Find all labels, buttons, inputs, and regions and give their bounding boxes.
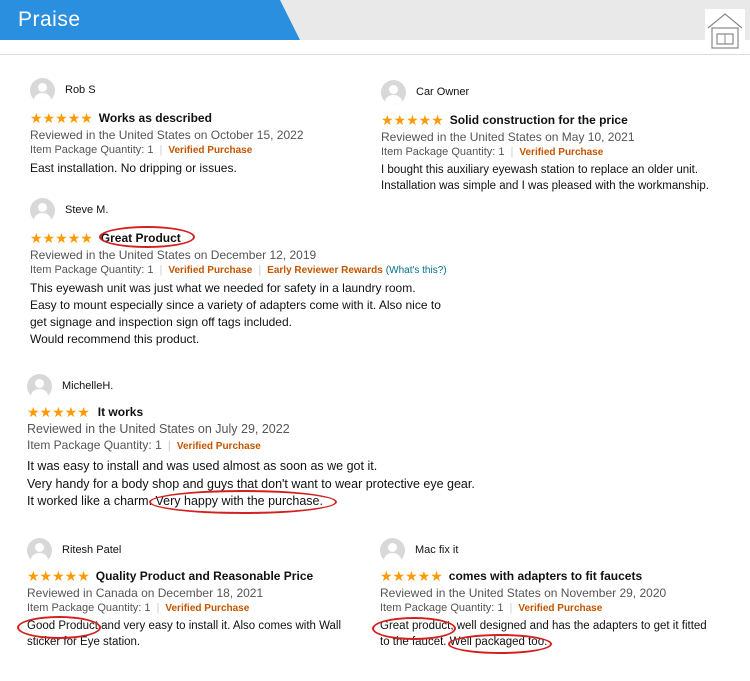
review-text: sticker for Eye station. [27,636,141,648]
review-title[interactable]: It works [98,405,143,419]
review-body: It was easy to install and was used almo… [27,458,527,511]
section-header: Praise [0,0,750,56]
header-divider [0,54,750,55]
review-text: East installation. No dripping or issues… [30,161,237,175]
item-quantity: Item Package Quantity: 1 | Verified Purcha… [27,438,527,452]
divider: | [159,264,163,276]
rating-row: ★★★★★ It works [27,403,527,421]
review-title[interactable]: Works as described [99,111,212,125]
rating-row: ★★★★★ comes with adapters to fit faucets [380,567,740,585]
reviewer-name[interactable]: Steve M. [65,204,108,216]
review-text: get signage and inspection sign off tags… [30,315,292,329]
rating-row: ★★★★★ Solid construction for the price [381,111,741,129]
star-rating-icon[interactable]: ★★★★★ [27,569,90,583]
item-quantity: Item Package Quantity: 1 | Verified Purcha… [30,144,360,156]
review-text: This eyewash unit was just what we neede… [30,281,416,295]
divider: | [258,264,262,276]
verified-badge: Verified Purchase [519,147,604,158]
quantity-label: Item Package Quantity: 1 [30,144,154,156]
item-quantity: Item Package Quantity: 1 | Verified Purcha… [380,602,740,614]
quantity-label: Item Package Quantity: 1 [381,146,505,158]
star-rating-icon[interactable]: ★★★★★ [30,231,93,245]
review-date: Reviewed in the United States on Decembe… [30,248,317,262]
avatar [381,79,406,105]
divider: | [510,146,514,158]
quantity-label: Item Package Quantity: 1 [380,602,504,614]
review-card: Mac fix it ★★★★★ comes with adapters to … [380,537,740,650]
rating-row: ★★★★★ Great Product [30,229,490,247]
star-rating-icon[interactable]: ★★★★★ [27,405,90,419]
avatar [27,373,52,399]
review-text: Very handy for a body shop and guys that… [27,476,475,491]
star-rating-icon[interactable]: ★★★★★ [30,111,93,125]
review-card: Car Owner ★★★★★ Solid construction for t… [381,79,741,194]
divider: | [167,438,171,452]
review-text: Good Product and very easy to install it… [27,620,342,632]
section-title: Praise [18,8,81,31]
avatar [30,197,55,223]
reviewer: Mac fix it [380,537,740,563]
item-quantity: Item Package Quantity: 1 | Verified Purcha… [30,264,490,276]
review-body: Great product, well designed and has the… [380,618,740,650]
review-title[interactable]: Solid construction for the price [450,113,628,127]
item-quantity: Item Package Quantity: 1 | Verified Purcha… [381,146,741,158]
reviewer: Rob S [30,77,360,103]
reviewer-name[interactable]: Rob S [65,84,96,96]
review-text: Easy to mount especially since a variety… [30,298,441,312]
review-date: Reviewed in the United States on Novembe… [380,586,667,600]
divider: | [159,144,163,156]
review-date: Reviewed in the United States on October… [30,128,304,142]
reviewer-name[interactable]: Ritesh Patel [62,544,121,556]
divider: | [509,602,513,614]
reviewer: Ritesh Patel [27,537,357,563]
review-text: It was easy to install and was used almo… [27,459,378,473]
avatar [380,537,405,563]
review-card: MichelleH. ★★★★★ It works Reviewed in th… [27,373,527,511]
review-title[interactable]: Great Product [101,231,181,245]
review-text: Great product, well designed and has the… [380,620,707,632]
review-card: Ritesh Patel ★★★★★ Quality Product and R… [27,537,357,650]
star-rating-icon[interactable]: ★★★★★ [380,569,443,583]
review-body: East installation. No dripping or issues… [30,160,360,177]
review-body: Good Product and very easy to install it… [27,618,357,650]
review-title[interactable]: Quality Product and Reasonable Price [96,569,313,583]
quantity-label: Item Package Quantity: 1 [27,438,162,452]
review-date: Reviewed in the United States on May 10,… [381,130,635,144]
divider: | [156,602,160,614]
verified-badge: Verified Purchase [165,603,250,614]
review-date: Reviewed in the United States on July 29… [27,422,290,436]
quantity-label: Item Package Quantity: 1 [27,602,151,614]
reviewer-name[interactable]: Car Owner [416,86,469,98]
star-rating-icon[interactable]: ★★★★★ [381,113,444,127]
review-title[interactable]: comes with adapters to fit faucets [449,569,642,583]
house-icon [705,9,745,51]
reviewer-name[interactable]: Mac fix it [415,544,458,556]
early-reviewer-badge: Early Reviewer Rewards [267,265,383,276]
review-text: It worked like a charm. Very happy with … [27,494,323,508]
verified-badge: Verified Purchase [168,145,253,156]
reviewer: Car Owner [381,79,741,105]
avatar [30,77,55,103]
reviewer: Steve M. [30,197,490,223]
review-body: I bought this auxiliary eyewash station … [381,162,741,194]
rating-row: ★★★★★ Quality Product and Reasonable Pri… [27,567,357,585]
review-body: This eyewash unit was just what we neede… [30,280,490,348]
whats-this-link[interactable]: (What's this?) [386,265,447,276]
verified-badge: Verified Purchase [518,603,603,614]
reviewer: MichelleH. [27,373,527,399]
review-text: Installation was simple and I was please… [381,180,709,192]
review-card: Steve M. ★★★★★ Great Product Reviewed in… [30,197,490,348]
review-text: to the faucet. Well packaged too. [380,636,548,648]
avatar [27,537,52,563]
verified-badge: Verified Purchase [168,265,253,276]
review-date: Reviewed in Canada on December 18, 2021 [27,586,264,600]
rating-row: ★★★★★ Works as described [30,109,360,127]
review-card: Rob S ★★★★★ Works as described Reviewed … [30,77,360,177]
verified-badge: Verified Purchase [176,441,261,452]
review-text: Would recommend this product. [30,332,200,346]
item-quantity: Item Package Quantity: 1 | Verified Purcha… [27,602,357,614]
reviewer-name[interactable]: MichelleH. [62,380,113,392]
review-text: I bought this auxiliary eyewash station … [381,164,699,176]
quantity-label: Item Package Quantity: 1 [30,264,154,276]
